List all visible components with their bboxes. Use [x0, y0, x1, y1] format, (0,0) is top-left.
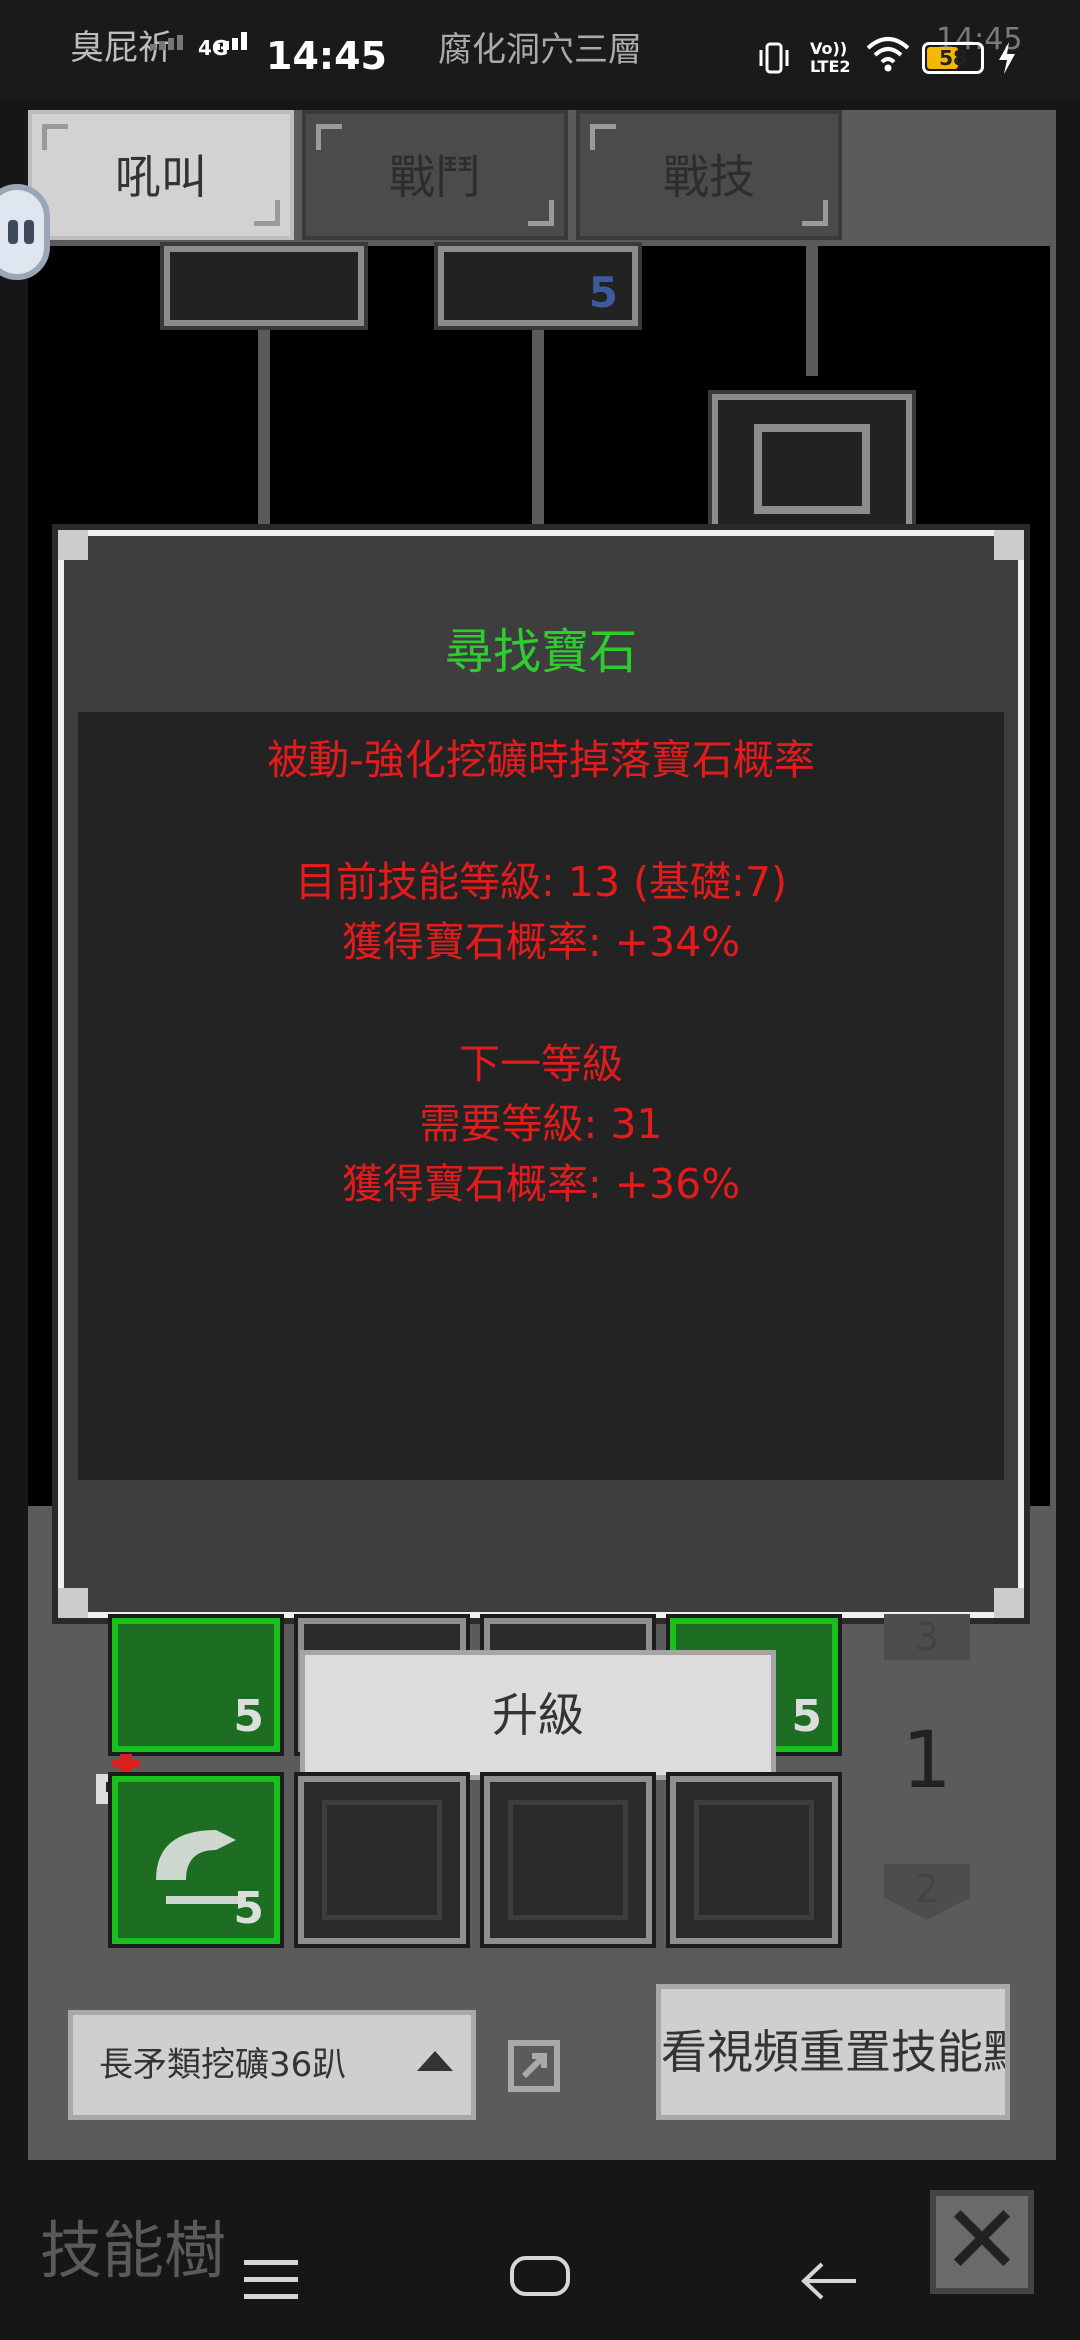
tree-connector [532, 330, 544, 530]
dropdown-value: 長矛類挖礦36趴 [99, 2045, 347, 2085]
wifi-icon [866, 34, 910, 78]
skill-slot-empty[interactable] [480, 1772, 656, 1948]
next-chance: 獲得寶石概率: +36% [341, 1160, 741, 1208]
next-level-heading: 下一等級 [459, 1040, 623, 1088]
tab-label: 戰鬥 [389, 150, 481, 204]
charging-icon [996, 40, 1018, 80]
skill-node[interactable] [160, 242, 368, 330]
status-bar: 臭屁祈 4G 14:45 腐化洞穴三層 Vo)) LTE2 14:45 58 [0, 0, 1080, 100]
current-level: 目前技能等級: 13 (基礎:7) [295, 858, 787, 906]
skill-slot[interactable]: 5 [108, 1772, 284, 1948]
skill-node[interactable]: 5 [434, 242, 642, 330]
upgrade-label: 升級 [492, 1688, 584, 1742]
skill-preset-dropdown[interactable]: 長矛類挖礦36趴 [68, 2010, 476, 2120]
carrier-label: 臭屁祈 [70, 28, 172, 68]
tab-battle[interactable]: 戰鬥 [302, 110, 568, 240]
upgrade-button[interactable]: 升級 [300, 1650, 776, 1780]
node-level: 5 [588, 268, 618, 317]
skill-node-selected[interactable] [708, 390, 916, 538]
tab-label: 戰技 [663, 150, 755, 204]
back-icon[interactable] [800, 2250, 858, 2315]
battery-icon: 58 [922, 42, 984, 74]
network-type: 4G [198, 36, 229, 60]
tab-label: 吼叫 [115, 150, 207, 204]
watch-video-reset-button[interactable]: 看視頻重置技能點 [656, 1984, 1010, 2120]
share-icon[interactable] [508, 2040, 560, 2092]
slot-level: 5 [233, 1691, 264, 1742]
reset-label: 看視頻重置技能點 [661, 2025, 1010, 2079]
skill-face-icon [754, 424, 870, 514]
skill-description: 被動-強化挖礦時掉落寶石概率 [267, 736, 815, 784]
dialog-body: 被動-強化挖礦時掉落寶石概率 目前技能等級: 13 (基礎:7) 獲得寶石概率:… [78, 712, 1004, 1480]
skill-slot-empty[interactable] [294, 1772, 470, 1948]
current-chance: 獲得寶石概率: +34% [341, 918, 741, 966]
skill-slot-empty[interactable] [666, 1772, 842, 1948]
dialog-title: 尋找寶石 [444, 624, 637, 680]
floating-handle[interactable] [0, 184, 50, 280]
page-down-label: 2 [914, 1867, 940, 1911]
tab-roar[interactable]: 吼叫 [28, 110, 294, 240]
required-level: 需要等級: 31 [419, 1100, 663, 1148]
clock: 14:45 [266, 34, 387, 78]
page-up-label: 3 [914, 1615, 940, 1659]
app-title: 腐化洞穴三層 [438, 30, 642, 70]
tree-connector [258, 330, 270, 530]
battery-level: 58 [939, 46, 967, 70]
page-current: 1 [902, 1716, 952, 1806]
slot-level: 5 [791, 1691, 822, 1742]
slot-level: 5 [233, 1883, 264, 1934]
vibrate-icon [756, 40, 792, 76]
volte-label: Vo)) LTE2 [810, 39, 851, 76]
skill-slot[interactable]: 5 [108, 1614, 284, 1756]
menu-icon[interactable] [244, 2260, 298, 2311]
skill-detail-dialog: 尋找寶石 被動-強化挖礦時掉落寶石概率 目前技能等級: 13 (基礎:7) 獲得… [52, 524, 1030, 1624]
home-icon[interactable] [510, 2256, 570, 2296]
tab-combat-skill[interactable]: 戰技 [576, 110, 842, 240]
tree-connector [806, 246, 818, 376]
chevron-up-icon [417, 2051, 453, 2071]
page-up-button[interactable]: 3 [884, 1614, 970, 1660]
